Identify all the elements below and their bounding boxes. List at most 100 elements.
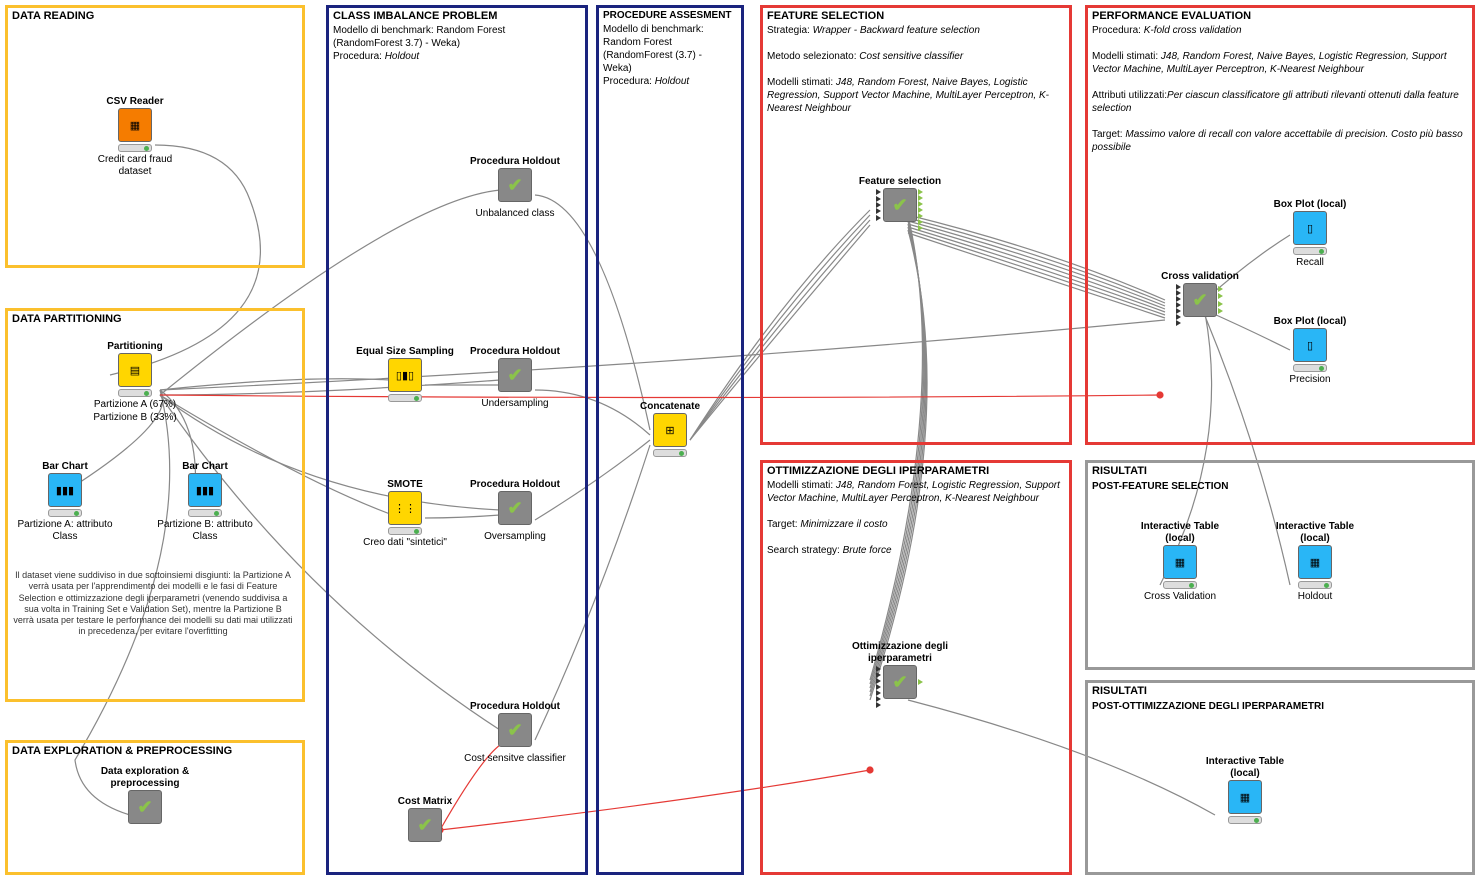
metanode-icon: ✔ [498,358,532,392]
node-itable-cv[interactable]: Interactive Table (local) ▦ Cross Valida… [1125,520,1235,603]
node-title: Equal Size Sampling [350,346,460,358]
metanode-icon: ✔ [883,665,917,699]
node-procedura-holdout-1[interactable]: Procedura Holdout ✔ Unbalanced class [460,155,570,220]
node-title: Interactive Table (local) [1125,521,1235,545]
box-sub: POST-OTTIMIZZAZIONE DEGLI IPERPARAMETRI [1088,699,1472,714]
node-sub: Unbalanced class [460,208,570,220]
node-sub: Credit card fraud dataset [80,154,190,178]
node-sub: Cross Validation [1125,591,1235,603]
node-sub: Undersampling [460,398,570,410]
metanode-icon: ✔ [128,790,162,824]
box-desc: Modello di benchmark: Random Forest (Ran… [329,24,585,63]
box-title: DATA EXPLORATION & PREPROCESSING [8,743,302,759]
box-sub: POST-FEATURE SELECTION [1088,479,1472,494]
node-title: Partitioning [80,341,190,353]
box-title: PROCEDURE ASSESMENT [599,8,741,23]
node-title: Interactive Table (local) [1260,521,1370,545]
box-title: DATA PARTITIONING [8,311,302,327]
node-title: SMOTE [350,479,460,491]
node-title: Box Plot (local) [1255,316,1365,328]
status-ports [388,527,422,535]
box-title: FEATURE SELECTION [763,8,1069,24]
node-title: Concatenate [615,401,725,413]
status-ports [118,144,152,152]
status-ports [653,449,687,457]
node-data-exploration[interactable]: Data exploration & preprocessing ✔ [90,765,200,824]
node-title: Box Plot (local) [1255,199,1365,211]
box-desc: Strategia: Wrapper - Backward feature se… [763,24,1069,115]
node-title: Cross validation [1130,271,1270,283]
status-ports [48,509,82,517]
node-concatenate[interactable]: Concatenate ⊞ [615,400,725,459]
node-procedura-holdout-3[interactable]: Procedura Holdout ✔ Oversampling [460,478,570,543]
node-sub: Recall [1255,257,1365,269]
box-title: CLASS IMBALANCE PROBLEM [329,8,585,24]
table-icon: ▦ [1228,780,1262,814]
status-ports [188,509,222,517]
node-title: Bar Chart [150,461,260,473]
box-desc: Procedura: K-fold cross validation Model… [1088,24,1472,154]
node-cross-validation[interactable]: Cross validation ✔ [1130,270,1270,317]
node-title: Feature selection [830,176,970,188]
box-title: PERFORMANCE EVALUATION [1088,8,1472,24]
box-feature-selection: FEATURE SELECTION Strategia: Wrapper - B… [760,5,1072,445]
node-title: Procedura Holdout [460,156,570,168]
smote-icon: ⋮⋮ [388,491,422,525]
boxplot-icon: ▯ [1293,328,1327,362]
node-title: Procedura Holdout [460,701,570,713]
node-sub: Partizione A: attributo Class [10,519,120,543]
node-procedura-holdout-2[interactable]: Procedura Holdout ✔ Undersampling [460,345,570,410]
node-sub: Partizione B: attributo Class [150,519,260,543]
node-boxplot-recall[interactable]: Box Plot (local) ▯ Recall [1255,198,1365,269]
node-itable-holdout[interactable]: Interactive Table (local) ▦ Holdout [1260,520,1370,603]
sampling-icon: ▯▮▯ [388,358,422,392]
node-sub: Creo dati "sintetici" [350,537,460,549]
metanode-icon: ✔ [498,168,532,202]
box-desc: Modello di benchmark: Random Forest (Ran… [599,23,741,88]
node-title: Interactive Table (local) [1190,756,1300,780]
node-sub1: Partizione A (67%) [80,399,190,411]
metanode-icon: ✔ [1183,283,1217,317]
boxplot-icon: ▯ [1293,211,1327,245]
node-sub: Holdout [1260,591,1370,603]
status-ports [388,394,422,402]
node-title: Procedura Holdout [460,479,570,491]
node-title: Bar Chart [10,461,120,473]
node-feature-selection[interactable]: Feature selection ✔ [830,175,970,222]
box-title: RISULTATI [1088,463,1472,479]
node-equal-size-sampling[interactable]: Equal Size Sampling ▯▮▯ [350,345,460,404]
bar-chart-icon: ▮▮▮ [188,473,222,507]
node-bar-chart-b[interactable]: Bar Chart ▮▮▮ Partizione B: attributo Cl… [150,460,260,543]
node-title: Data exploration & preprocessing [90,766,200,790]
status-ports [1293,364,1327,372]
metanode-icon: ✔ [498,491,532,525]
status-ports [1228,816,1262,824]
matrix-icon: ✔ [408,808,442,842]
node-title: CSV Reader [80,96,190,108]
node-title: Procedura Holdout [460,346,570,358]
status-ports [118,389,152,397]
node-sub: Oversampling [460,531,570,543]
status-ports [1163,581,1197,589]
metanode-icon: ✔ [883,188,917,222]
node-itable-post-opt[interactable]: Interactive Table (local) ▦ [1190,755,1300,826]
concat-icon: ⊞ [653,413,687,447]
box-title: OTTIMIZZAZIONE DEGLI IPERPARAMETRI [763,463,1069,479]
node-title: Ottimizzazione degli iperparametri [820,641,980,665]
node-boxplot-precision[interactable]: Box Plot (local) ▯ Precision [1255,315,1365,386]
node-cost-matrix[interactable]: Cost Matrix ✔ [370,795,480,842]
status-ports [1293,247,1327,255]
node-partitioning[interactable]: Partitioning ▤ Partizione A (67%) Partiz… [80,340,190,424]
box-desc: Modelli stimati: J48, Random Forest, Log… [763,479,1069,557]
node-bar-chart-a[interactable]: Bar Chart ▮▮▮ Partizione A: attributo Cl… [10,460,120,543]
node-hyperparameter-opt[interactable]: Ottimizzazione degli iperparametri ✔ [820,640,980,699]
box-title: RISULTATI [1088,683,1472,699]
node-sub: Cost sensitve classifier [460,753,570,765]
node-sub2: Partizione B (33%) [80,412,190,424]
node-csv-reader[interactable]: CSV Reader ▦ Credit card fraud dataset [80,95,190,178]
table-icon: ▦ [1298,545,1332,579]
node-sub: Precision [1255,374,1365,386]
partition-description: Il dataset viene suddiviso in due sottoi… [13,570,293,638]
node-smote[interactable]: SMOTE ⋮⋮ Creo dati "sintetici" [350,478,460,549]
node-procedura-holdout-4[interactable]: Procedura Holdout ✔ Cost sensitve classi… [460,700,570,765]
